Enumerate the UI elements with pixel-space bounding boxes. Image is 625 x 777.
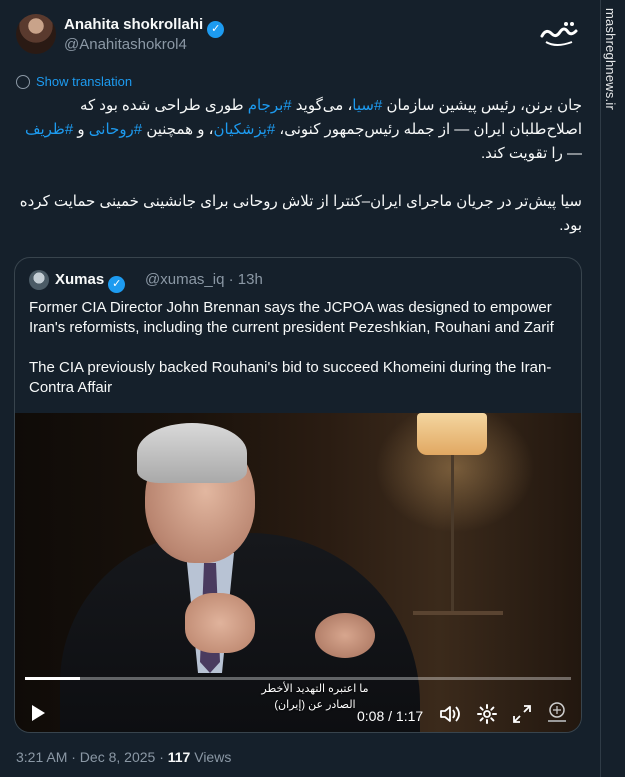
display-name[interactable]: Anahita shokrollahi ✓	[64, 16, 225, 38]
side-table	[413, 611, 503, 615]
speaker-hand-right	[315, 613, 375, 658]
hashtag-link[interactable]: #روحانی	[89, 121, 142, 138]
volume-icon[interactable]	[439, 705, 461, 727]
fullscreen-icon[interactable]	[512, 704, 532, 728]
quoted-avatar[interactable]	[29, 270, 49, 290]
video-time: 0:08 / 1:17	[357, 708, 424, 724]
show-translation-link[interactable]: Show translation	[16, 74, 132, 89]
user-handle[interactable]: @Anahitashokrol4	[64, 36, 187, 53]
quoted-paragraph-1: Former CIA Director John Brennan says th…	[29, 299, 554, 336]
display-name-text[interactable]: Anahita shokrollahi	[64, 16, 203, 33]
tweet-text-segment: ، و همچنین	[142, 121, 214, 138]
video-controls: 0:08 / 1:17	[15, 695, 581, 731]
hashtag-link[interactable]: #سیا	[352, 97, 382, 114]
tweet-text-segment: و	[73, 121, 89, 138]
site-watermark: mashreghnews.ir	[603, 8, 618, 110]
quoted-display-name-text[interactable]: Xumas	[55, 271, 104, 288]
views-label: Views	[190, 749, 232, 765]
tweet-header: Anahita shokrollahi ✓ @Anahitashokrol4	[16, 14, 586, 58]
tweet-text-segment: — را تقویت کند.	[480, 145, 582, 162]
lamp-stand	[451, 455, 454, 615]
verified-badge-icon: ✓	[108, 276, 126, 293]
quoted-paragraph-2: The CIA previously backed Rouhani's bid …	[29, 359, 552, 396]
mashregh-logo-icon	[536, 14, 586, 54]
tweet-text-segment: ، می‌گوید	[291, 97, 353, 114]
channel-logo-icon	[543, 699, 571, 731]
show-translation-label[interactable]: Show translation	[36, 74, 132, 89]
hashtag-link[interactable]: #پزشکیان	[213, 121, 275, 138]
globe-icon	[16, 75, 30, 89]
lamp-shade	[417, 413, 487, 455]
tweet-text-segment: جان برنن، رئیس پیشین سازمان	[382, 97, 582, 114]
settings-gear-icon[interactable]	[477, 704, 497, 728]
hashtag-link[interactable]: #برجام	[248, 97, 292, 114]
quoted-tweet[interactable]: Xumas ✓ @xumas_iq · 13h Former CIA Direct…	[14, 257, 582, 733]
hashtag-link[interactable]: #ظریف	[25, 121, 73, 138]
speaker-hand	[185, 593, 255, 653]
tweet-body: جان برنن، رئیس پیشین سازمان #سیا، می‌گوی…	[16, 94, 582, 262]
quoted-text: Former CIA Director John Brennan says th…	[29, 298, 569, 418]
views-count: 117	[167, 749, 191, 765]
tweet-meta: 3:21 AM · Dec 8, 2025 · 117 Views	[16, 749, 231, 765]
verified-badge-icon: ✓	[207, 21, 225, 38]
avatar[interactable]	[16, 14, 56, 54]
tweet-paragraph-2: سیا پیش‌تر در جریان ماجرای ایران–کنترا ا…	[19, 193, 582, 234]
tweet-paragraph-1: جان برنن، رئیس پیشین سازمان #سیا، می‌گوی…	[16, 94, 582, 166]
video-progress-track[interactable]	[25, 677, 571, 680]
speaker-hair	[137, 423, 247, 483]
quoted-display-name[interactable]: Xumas ✓	[55, 271, 126, 293]
tweet-timestamp[interactable]: 3:21 AM · Dec 8, 2025 ·	[16, 749, 168, 765]
play-icon[interactable]	[29, 703, 47, 727]
video-player[interactable]: ما اعتبره التهديد الأخطر الصادر عن (إيرا…	[15, 413, 581, 732]
video-progress-fill[interactable]	[25, 677, 80, 680]
quoted-handle-time: @xumas_iq · 13h	[145, 271, 263, 288]
